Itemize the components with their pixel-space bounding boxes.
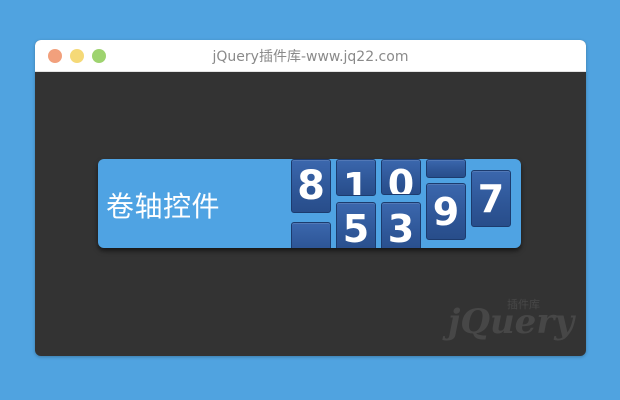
watermark-logo: jQuery [448, 302, 574, 342]
reel-digit-tile: 3 [381, 202, 421, 248]
reel-digit-tile-partial [291, 222, 331, 248]
window-title: jQuery插件库-www.jq22.com [212, 48, 409, 65]
reel-digit: 9 [432, 189, 460, 234]
reel-digit: 7 [477, 176, 505, 221]
title-bar: jQuery插件库-www.jq22.com [35, 40, 586, 72]
reel-digit: 5 [342, 207, 370, 248]
reel-digit-tile: 0 [381, 159, 421, 195]
reel-digit-tile: 1 [336, 159, 376, 196]
reel-digit: 0 [387, 162, 415, 195]
scroll-widget: 卷轴控件 8 1 5 0 3 9 7 [98, 159, 521, 248]
reel-digit: 8 [297, 163, 325, 209]
reel-digit-tile: 5 [336, 202, 376, 248]
reel-digit: 3 [387, 207, 415, 248]
digit-reels: 8 1 5 0 3 9 7 [98, 159, 521, 248]
minimize-button[interactable] [70, 49, 84, 63]
reel-digit-tile-partial [426, 159, 466, 178]
reel-digit-tile: 8 [291, 159, 331, 213]
reel-digit-tile: 7 [471, 170, 511, 227]
reel-digit: 1 [342, 165, 370, 196]
close-button[interactable] [48, 49, 62, 63]
maximize-button[interactable] [92, 49, 106, 63]
reel-digit-tile: 9 [426, 183, 466, 240]
browser-window: jQuery插件库-www.jq22.com 卷轴控件 8 1 5 0 3 9 … [35, 40, 586, 356]
